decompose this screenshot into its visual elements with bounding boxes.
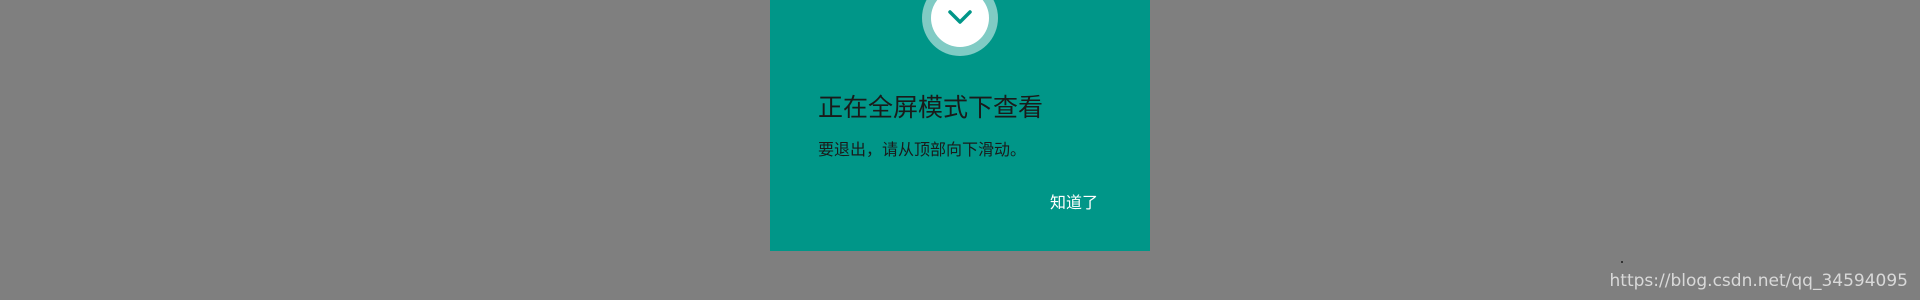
chevron-down-icon [948, 10, 972, 24]
speck [1621, 261, 1623, 263]
got-it-button[interactable]: 知道了 [1042, 188, 1106, 218]
watermark-url: https://blog.csdn.net/qq_34594095 [1609, 271, 1908, 291]
dialog-message: 要退出，请从顶部向下滑动。 [818, 140, 1027, 159]
chevron-badge-inner [931, 0, 989, 47]
dialog-title: 正在全屏模式下查看 [818, 93, 1044, 122]
